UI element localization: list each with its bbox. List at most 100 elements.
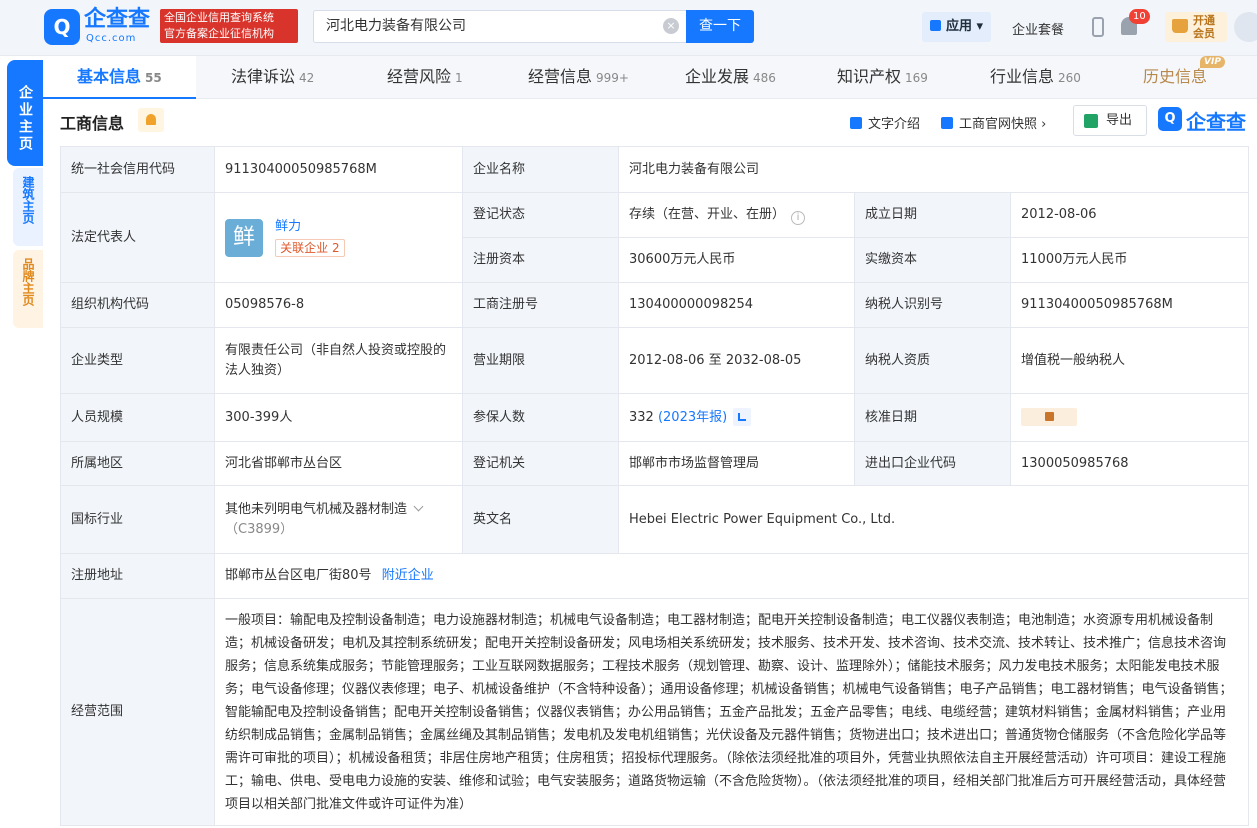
insured-label: 参保人数 bbox=[462, 393, 619, 442]
tab-count: 1 bbox=[455, 71, 463, 85]
mobile-icon[interactable] bbox=[1092, 17, 1104, 37]
camera-icon bbox=[941, 117, 953, 129]
vip-line2: 会员 bbox=[1193, 27, 1215, 40]
address-label: 注册地址 bbox=[60, 553, 215, 599]
tab-ip[interactable]: 知识产权 169 bbox=[837, 56, 928, 99]
legal-rep-name-link[interactable]: 鲜力 bbox=[275, 219, 301, 234]
history-vip-tag: VIP bbox=[1200, 56, 1225, 68]
reg-status-value: 存续（在营、开业、在册） bbox=[629, 207, 786, 222]
tab-count: 42 bbox=[299, 71, 315, 85]
vip-crown-icon bbox=[1172, 19, 1188, 33]
tab-label: 经营信息 bbox=[528, 67, 593, 86]
reg-capital-label: 注册资本 bbox=[462, 237, 619, 283]
monitor-bell-icon[interactable] bbox=[138, 108, 164, 132]
clear-icon[interactable]: × bbox=[663, 18, 679, 34]
table-row: 组织机构代码 05098576-8 工商注册号 130400000098254 … bbox=[60, 282, 1250, 328]
tab-count: 55 bbox=[145, 71, 162, 85]
tab-development[interactable]: 企业发展 486 bbox=[685, 56, 776, 99]
search-input[interactable]: 河北电力装备有限公司 bbox=[313, 10, 686, 43]
vip-line1: 开通 bbox=[1193, 14, 1215, 27]
tab-count: 486 bbox=[753, 71, 776, 85]
search-button[interactable]: 查一下 bbox=[686, 10, 754, 43]
chevron-down-icon[interactable] bbox=[413, 501, 424, 511]
table-row: 所属地区 河北省邯郸市丛台区 登记机关 邯郸市市场监督管理局 进出口企业代码 1… bbox=[60, 441, 1250, 486]
table-row: 企业类型 有限责任公司（非自然人投资或控股的法人独资） 营业期限 2012-08… bbox=[60, 327, 1250, 394]
industry-cell[interactable]: 其他未列明电气机械及器材制造 （C3899） bbox=[214, 485, 463, 554]
info-icon[interactable]: i bbox=[791, 211, 806, 225]
tab-risk[interactable]: 经营风险 1 bbox=[387, 56, 463, 99]
tab-label: 行业信息 bbox=[990, 67, 1055, 86]
table-row: 经营范围 一般项目：输配电及控制设备制造；电力设施器材制造；机械电气设备制造；电… bbox=[60, 598, 1250, 826]
approved-cell bbox=[1009, 393, 1250, 442]
scope-label: 经营范围 bbox=[60, 598, 215, 826]
annual-report-link[interactable]: (2023年报) bbox=[658, 410, 727, 425]
export-label: 导出 bbox=[1106, 113, 1133, 128]
credit-code-value: 91130400050985768M bbox=[214, 146, 463, 193]
tab-legal[interactable]: 法律诉讼 42 bbox=[231, 56, 314, 99]
tab-label: 基本信息 bbox=[77, 67, 142, 86]
tab-count: 999+ bbox=[596, 71, 629, 85]
qcc-logo-icon[interactable]: Q bbox=[44, 9, 80, 45]
tab-label: 历史信息 bbox=[1143, 67, 1208, 86]
vip-lock-icon[interactable] bbox=[1021, 408, 1077, 426]
authority-value: 邯郸市市场监督管理局 bbox=[618, 441, 855, 486]
table-row: 法定代表人 鲜 鲜力 关联企业 2 登记状态 存续（在营、开业、在册） i 成立日… bbox=[60, 192, 1250, 283]
trend-chart-icon[interactable] bbox=[733, 408, 752, 426]
approved-label: 核准日期 bbox=[854, 393, 1011, 442]
scope-value: 一般项目：输配电及控制设备制造；电力设施器材制造；机械电气设备制造；电工器材制造… bbox=[213, 598, 1250, 826]
company-name-value: 河北电力装备有限公司 bbox=[617, 146, 1250, 193]
brand-domain: Qcc.com bbox=[86, 33, 137, 44]
reg-status-cell: 存续（在营、开业、在册） i bbox=[618, 192, 855, 238]
text-intro-button[interactable]: 文字介绍 bbox=[850, 113, 920, 132]
reg-status-label: 登记状态 bbox=[462, 192, 619, 238]
taxpayer-qual-value: 增值税一般纳税人 bbox=[1009, 327, 1250, 394]
region-label: 所属地区 bbox=[60, 441, 215, 486]
legal-rep-label: 法定代表人 bbox=[60, 192, 215, 283]
nearby-companies-link[interactable]: 附近企业 bbox=[382, 568, 434, 583]
side-nav-construction-home[interactable]: 建筑主页 bbox=[13, 168, 43, 246]
tab-history[interactable]: 历史信息 bbox=[1143, 56, 1207, 99]
tab-count: 169 bbox=[905, 71, 928, 85]
registry-snapshot-button[interactable]: 工商官网快照 › bbox=[941, 113, 1046, 132]
company-type-label: 企业类型 bbox=[60, 327, 215, 394]
brand-name[interactable]: 企查查 bbox=[84, 8, 150, 32]
paid-capital-label: 实缴资本 bbox=[854, 237, 1011, 283]
section-title: 工商信息 bbox=[60, 114, 125, 133]
english-name-value: Hebei Electric Power Equipment Co., Ltd. bbox=[617, 485, 1250, 554]
side-nav-brand-home[interactable]: 品牌主页 bbox=[13, 250, 43, 328]
user-avatar[interactable] bbox=[1234, 12, 1257, 42]
document-icon bbox=[850, 117, 862, 129]
tab-count: 260 bbox=[1058, 71, 1081, 85]
biz-reg-no-label: 工商注册号 bbox=[462, 282, 619, 328]
taxpayer-qual-label: 纳税人资质 bbox=[854, 327, 1011, 394]
apps-grid-icon bbox=[930, 20, 941, 31]
address-cell: 邯郸市丛台区电厂街80号 附近企业 bbox=[213, 553, 1250, 599]
tab-label: 法律诉讼 bbox=[231, 67, 296, 86]
ie-code-value: 1300050985768 bbox=[1009, 441, 1250, 486]
enterprise-suite-link[interactable]: 企业套餐 bbox=[1012, 19, 1064, 38]
table-row: 人员规模 300-399人 参保人数 332 (2023年报) 核准日期 bbox=[60, 393, 1250, 442]
apps-label: 应用 bbox=[946, 19, 973, 34]
company-type-value: 有限责任公司（非自然人投资或控股的法人独资） bbox=[214, 327, 463, 394]
tab-industry[interactable]: 行业信息 260 bbox=[990, 56, 1081, 99]
slogan-badge: 全国企业信用查询系统 官方备案企业征信机构 bbox=[160, 9, 298, 43]
paid-capital-value: 11000万元人民币 bbox=[1009, 237, 1250, 283]
org-code-label: 组织机构代码 bbox=[60, 282, 215, 328]
related-companies-tag[interactable]: 关联企业 2 bbox=[275, 238, 345, 257]
legal-rep-avatar[interactable]: 鲜 bbox=[225, 218, 263, 257]
tab-basic-info[interactable]: 基本信息 55 bbox=[43, 56, 196, 99]
term-value: 2012-08-06 至 2032-08-05 bbox=[618, 327, 855, 394]
excel-icon bbox=[1084, 114, 1098, 128]
staff-label: 人员规模 bbox=[60, 393, 215, 442]
industry-value: 其他未列明电气机械及器材制造 bbox=[225, 501, 408, 517]
export-button[interactable]: 导出 bbox=[1073, 105, 1147, 136]
taxpayer-id-label: 纳税人识别号 bbox=[854, 282, 1011, 328]
business-info-table: 统一社会信用代码 91130400050985768M 企业名称 河北电力装备有… bbox=[60, 146, 1250, 826]
qcc-watermark-icon: Q bbox=[1158, 107, 1182, 131]
tab-operations[interactable]: 经营信息 999+ bbox=[528, 56, 629, 99]
qcc-watermark: 企查查 bbox=[1186, 110, 1246, 134]
side-nav-enterprise-home[interactable]: 企业主页 bbox=[7, 60, 43, 166]
snapshot-label: 工商官网快照 bbox=[959, 117, 1038, 132]
apps-menu[interactable]: 应用 ▾ bbox=[922, 12, 992, 42]
english-name-label: 英文名 bbox=[462, 485, 619, 554]
